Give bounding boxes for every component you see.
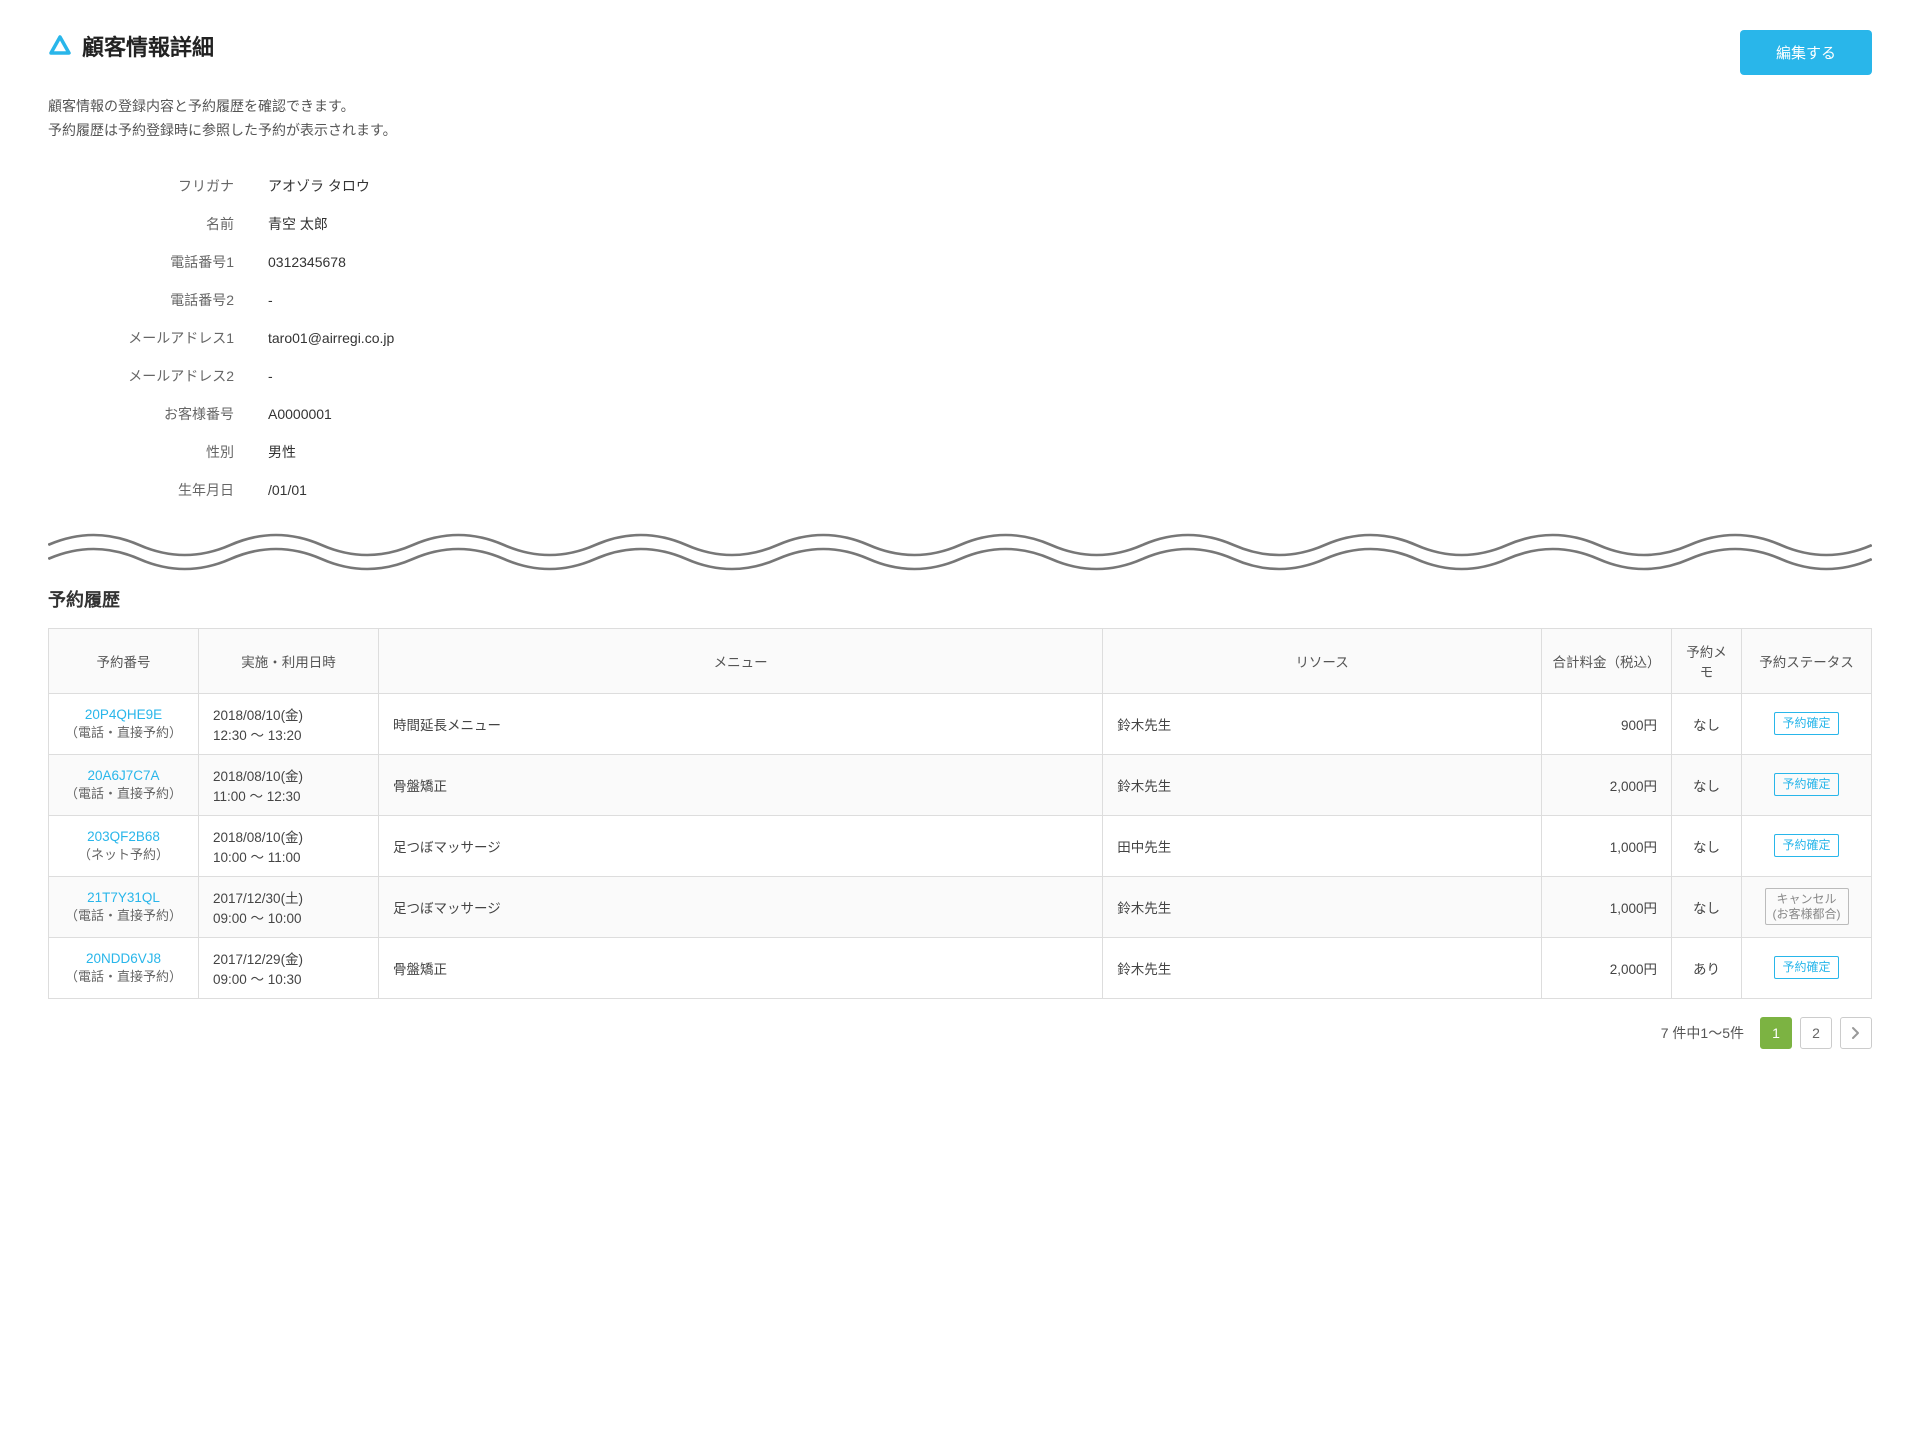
next-page-button[interactable] [1840,1017,1872,1049]
page-info: 7 件中1〜5件 [1661,1023,1744,1043]
cell-status: 予約確定 [1742,693,1872,754]
email1-value: taro01@airregi.co.jp [268,330,394,346]
furigana-label: フリガナ [48,176,268,196]
cell-price: 1,000円 [1542,815,1672,876]
email1-label: メールアドレス1 [48,328,268,348]
page-description: 顧客情報の登録内容と予約履歴を確認できます。 予約履歴は予約登録時に参照した予約… [48,95,1872,143]
history-title: 予約履歴 [48,586,1872,612]
cell-menu: 足つぼマッサージ [379,815,1103,876]
customer-no-label: お客様番号 [48,404,268,424]
gender-value: 男性 [268,442,296,462]
cell-memo: なし [1672,693,1742,754]
cell-price: 2,000円 [1542,937,1672,998]
cell-memo: なし [1672,754,1742,815]
cell-price: 2,000円 [1542,754,1672,815]
email2-label: メールアドレス2 [48,366,268,386]
cell-status: 予約確定 [1742,754,1872,815]
col-menu: メニュー [379,628,1103,693]
phone2-value: - [268,292,273,308]
page-button-2[interactable]: 2 [1800,1017,1832,1049]
cell-datetime: 2018/08/10(金)10:00 〜 11:00 [199,815,379,876]
cell-price: 1,000円 [1542,876,1672,937]
page-title: 顧客情報詳細 [82,30,214,62]
status-badge: 予約確定 [1774,712,1838,734]
table-row: 20A6J7C7A（電話・直接予約） 2018/08/10(金)11:00 〜 1… [49,754,1872,815]
col-resource: リソース [1103,628,1542,693]
reservation-number-link[interactable]: 20A6J7C7A [63,768,184,783]
gender-label: 性別 [48,442,268,462]
reservation-number-link[interactable]: 20P4QHE9E [63,707,184,722]
table-row: 20NDD6VJ8（電話・直接予約） 2017/12/29(金)09:00 〜 1… [49,937,1872,998]
email2-value: - [268,368,273,384]
name-label: 名前 [48,214,268,234]
reservation-number-link[interactable]: 20NDD6VJ8 [63,951,184,966]
col-datetime: 実施・利用日時 [199,628,379,693]
page-button-1[interactable]: 1 [1760,1017,1792,1049]
cell-menu: 骨盤矯正 [379,937,1103,998]
cell-memo: あり [1672,937,1742,998]
phone2-label: 電話番号2 [48,290,268,310]
history-table: 予約番号 実施・利用日時 メニュー リソース 合計料金（税込） 予約メモ 予約ス… [48,628,1872,999]
cell-menu: 時間延長メニュー [379,693,1103,754]
section-divider-wave [48,519,1872,579]
cell-resource: 鈴木先生 [1103,876,1542,937]
cell-datetime: 2018/08/10(金)11:00 〜 12:30 [199,754,379,815]
col-memo: 予約メモ [1672,628,1742,693]
cell-datetime: 2018/08/10(金)12:30 〜 13:20 [199,693,379,754]
cell-datetime: 2017/12/29(金)09:00 〜 10:30 [199,937,379,998]
reservation-channel: （電話・直接予約） [63,783,184,802]
status-badge: 予約確定 [1774,773,1838,795]
col-number: 予約番号 [49,628,199,693]
reservation-channel: （ネット予約） [63,844,184,863]
cell-price: 900円 [1542,693,1672,754]
status-badge: キャンセル (お客様都合) [1765,888,1849,925]
cell-status: 予約確定 [1742,937,1872,998]
reservation-channel: （電話・直接予約） [63,966,184,985]
reservation-number-link[interactable]: 203QF2B68 [63,829,184,844]
triangle-icon [48,34,72,58]
customer-details: フリガナ アオゾラ タロウ 名前 青空 太郎 電話番号1 0312345678 … [48,167,1872,509]
name-value: 青空 太郎 [268,214,328,234]
col-price: 合計料金（税込） [1542,628,1672,693]
reservation-channel: （電話・直接予約） [63,722,184,741]
cell-datetime: 2017/12/30(土)09:00 〜 10:00 [199,876,379,937]
cell-resource: 鈴木先生 [1103,754,1542,815]
cell-resource: 田中先生 [1103,815,1542,876]
col-status: 予約ステータス [1742,628,1872,693]
table-row: 203QF2B68（ネット予約） 2018/08/10(金)10:00 〜 11:… [49,815,1872,876]
cell-status: 予約確定 [1742,815,1872,876]
status-badge: 予約確定 [1774,834,1838,856]
table-row: 20P4QHE9E（電話・直接予約） 2018/08/10(金)12:30 〜 1… [49,693,1872,754]
reservation-channel: （電話・直接予約） [63,905,184,924]
customer-no-value: A0000001 [268,406,332,422]
cell-memo: なし [1672,815,1742,876]
cell-menu: 骨盤矯正 [379,754,1103,815]
cell-resource: 鈴木先生 [1103,693,1542,754]
birthdate-value: /01/01 [268,482,307,498]
cell-menu: 足つぼマッサージ [379,876,1103,937]
pagination: 7 件中1〜5件 12 [48,1017,1872,1049]
cell-memo: なし [1672,876,1742,937]
cell-status: キャンセル (お客様都合) [1742,876,1872,937]
cell-resource: 鈴木先生 [1103,937,1542,998]
edit-button[interactable]: 編集する [1740,30,1872,75]
reservation-number-link[interactable]: 21T7Y31QL [63,890,184,905]
furigana-value: アオゾラ タロウ [268,176,370,196]
status-badge: 予約確定 [1774,956,1838,978]
phone1-value: 0312345678 [268,254,346,270]
birthdate-label: 生年月日 [48,480,268,500]
phone1-label: 電話番号1 [48,252,268,272]
table-row: 21T7Y31QL（電話・直接予約） 2017/12/30(土)09:00 〜 1… [49,876,1872,937]
chevron-right-icon [1851,1026,1861,1040]
